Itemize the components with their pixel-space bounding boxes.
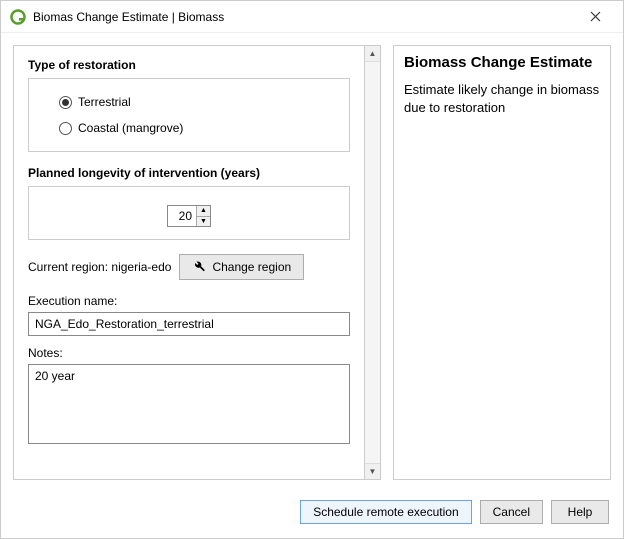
cancel-button[interactable]: Cancel: [480, 500, 543, 524]
region-row: Current region: nigeria-edo Change regio…: [28, 254, 350, 280]
dialog-body: Type of restoration Terrestrial Coastal …: [1, 33, 623, 492]
left-scrollbar[interactable]: ▲ ▼: [365, 45, 381, 480]
region-label: Current region: nigeria-edo: [28, 260, 171, 274]
left-panel-wrap: Type of restoration Terrestrial Coastal …: [13, 45, 381, 480]
change-region-button[interactable]: Change region: [179, 254, 304, 280]
spin-down-icon[interactable]: ▼: [197, 217, 210, 227]
help-button[interactable]: Help: [551, 500, 609, 524]
scroll-down-icon[interactable]: ▼: [365, 463, 380, 479]
longevity-input[interactable]: [168, 206, 196, 226]
dialog-footer: Schedule remote execution Cancel Help: [1, 492, 623, 538]
help-text: Estimate likely change in biomass due to…: [404, 81, 600, 117]
qgis-icon: [9, 8, 27, 26]
window-title: Biomas Change Estimate | Biomass: [33, 10, 224, 24]
help-heading: Biomass Change Estimate: [404, 54, 600, 71]
notes-textarea[interactable]: 20 year: [28, 364, 350, 444]
titlebar: Biomas Change Estimate | Biomass: [1, 1, 623, 33]
radio-icon: [59, 122, 72, 135]
scroll-up-icon[interactable]: ▲: [365, 46, 380, 62]
longevity-spinbox[interactable]: ▲ ▼: [167, 205, 211, 227]
dialog-window: Biomas Change Estimate | Biomass Type of…: [0, 0, 624, 539]
change-region-label: Change region: [212, 260, 291, 274]
scroll-track[interactable]: [365, 62, 380, 463]
restoration-group-title: Type of restoration: [28, 58, 350, 72]
longevity-group: ▲ ▼: [28, 186, 350, 240]
close-button[interactable]: [575, 3, 615, 31]
restoration-group: Terrestrial Coastal (mangrove): [28, 78, 350, 152]
notes-label: Notes:: [28, 346, 350, 360]
execution-name-input[interactable]: [28, 312, 350, 336]
spin-up-icon[interactable]: ▲: [197, 206, 210, 217]
radio-icon: [59, 96, 72, 109]
wrench-icon: [192, 259, 206, 276]
radio-terrestrial[interactable]: Terrestrial: [41, 89, 337, 115]
schedule-remote-button[interactable]: Schedule remote execution: [300, 500, 471, 524]
radio-coastal[interactable]: Coastal (mangrove): [41, 115, 337, 141]
execution-name-label: Execution name:: [28, 294, 350, 308]
longevity-group-title: Planned longevity of intervention (years…: [28, 166, 350, 180]
help-panel: Biomass Change Estimate Estimate likely …: [393, 45, 611, 480]
left-panel: Type of restoration Terrestrial Coastal …: [13, 45, 365, 480]
radio-coastal-label: Coastal (mangrove): [78, 121, 183, 135]
radio-terrestrial-label: Terrestrial: [78, 95, 131, 109]
